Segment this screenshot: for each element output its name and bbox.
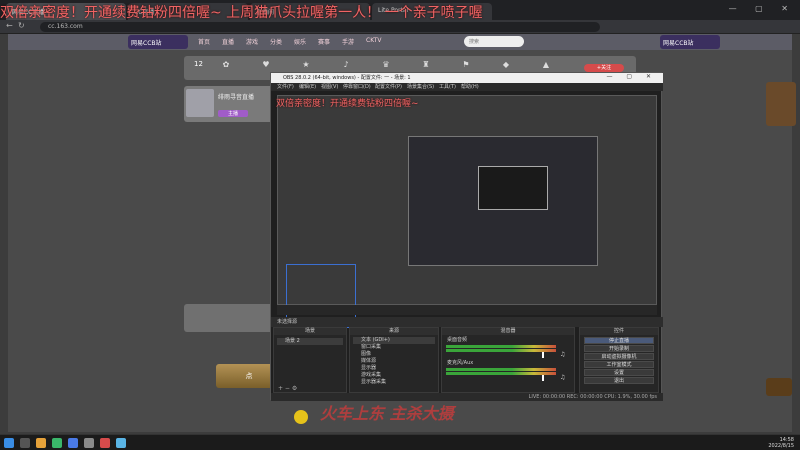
nav-item[interactable]: CKTV bbox=[366, 37, 381, 44]
source-item[interactable]: 显示器 bbox=[353, 365, 435, 372]
reload-icon[interactable]: ↻ bbox=[18, 21, 25, 30]
trophy-icon[interactable]: ♜ bbox=[420, 60, 432, 70]
corner-logo bbox=[766, 378, 792, 396]
menu-file[interactable]: 文件(F) bbox=[277, 83, 294, 91]
menu-view[interactable]: 视图(V) bbox=[321, 83, 338, 91]
sources-dock: 来源 文本 (GDI+) 窗口采集 图像 媒体源 显示器 游戏采集 显示器采集 bbox=[349, 327, 439, 393]
menu-docks[interactable]: 停靠窗口(D) bbox=[343, 83, 371, 91]
preview-bottom-strip bbox=[277, 305, 657, 315]
room-number: 12 bbox=[194, 60, 203, 68]
source-item[interactable]: 显示器采集 bbox=[353, 379, 435, 386]
controls-dock: 控件 停止直播 开始录制 启动虚拟摄像机 工作室模式 设置 退出 bbox=[579, 327, 659, 393]
mixer-dock: 混音器 桌面音频 ♫ 麦克风/Aux ♫ bbox=[441, 327, 575, 393]
obs-title-bar: OBS 28.0.2 (64-bit, windows) - 配置文件: 一 -… bbox=[271, 73, 663, 83]
follow-button[interactable]: +关注 bbox=[584, 64, 624, 72]
obs-menu-bar: 文件(F) 编辑(E) 视图(V) 停靠窗口(D) 配置文件(P) 场景集合(S… bbox=[271, 83, 663, 91]
nav-item[interactable]: 首页 bbox=[198, 37, 210, 46]
desktop-audio-meter-2 bbox=[446, 349, 556, 352]
crown-icon[interactable]: ♛ bbox=[380, 60, 392, 70]
mixer-dock-title: 混音器 bbox=[442, 328, 574, 335]
app-icon[interactable] bbox=[52, 438, 62, 448]
menu-help[interactable]: 帮助(H) bbox=[461, 83, 479, 91]
nav-item[interactable]: 直播 bbox=[222, 37, 234, 46]
app2-icon[interactable] bbox=[100, 438, 110, 448]
mixer-channel-label: 麦克风/Aux bbox=[447, 360, 474, 366]
start-icon[interactable] bbox=[4, 438, 14, 448]
mixer-channel-label: 桌面音频 bbox=[447, 337, 468, 343]
back-icon[interactable]: ← bbox=[6, 21, 13, 30]
bell-icon[interactable]: ♪ bbox=[340, 60, 352, 70]
search-input[interactable]: 搜索 bbox=[464, 36, 524, 47]
mic-icon[interactable]: ♫ bbox=[560, 374, 565, 381]
menu-scene-collection[interactable]: 场景集合(S) bbox=[407, 83, 434, 91]
preview-nested-capture-2 bbox=[478, 166, 548, 210]
source-item[interactable]: 媒体源 bbox=[353, 358, 435, 365]
studio-mode-button[interactable]: 工作室模式 bbox=[584, 361, 654, 368]
menu-tools[interactable]: 工具(T) bbox=[439, 83, 456, 91]
streamer-name[interactable]: 绯雨寻音直播 bbox=[218, 92, 254, 101]
sources-dock-title: 来源 bbox=[350, 328, 438, 335]
speaker-icon[interactable]: ♫ bbox=[560, 351, 565, 358]
browser-icon[interactable] bbox=[68, 438, 78, 448]
virtual-camera-button[interactable]: 启动虚拟摄像机 bbox=[584, 353, 654, 360]
heart-icon[interactable]: ♥ bbox=[260, 60, 272, 70]
site-header: 网易CCB站 首页 直播 游戏 分类 娱乐 赛事 手游 CKTV 搜索 网易CC… bbox=[8, 34, 792, 50]
clock-date: 2022/8/15 bbox=[768, 443, 794, 449]
scenes-dock-title: 场景 bbox=[274, 328, 346, 335]
source-item[interactable]: 图像 bbox=[353, 351, 435, 358]
star-icon[interactable]: ★ bbox=[300, 60, 312, 70]
settings-button[interactable]: 设置 bbox=[584, 369, 654, 376]
flag-icon[interactable]: ⚑ bbox=[460, 60, 472, 70]
source-item[interactable]: 文本 (GDI+) bbox=[353, 337, 435, 344]
obs-window-controls[interactable]: — ▢ ✕ bbox=[606, 73, 657, 80]
taskbar: 14:58 2022/8/15 bbox=[0, 434, 800, 450]
nav-item[interactable]: 娱乐 bbox=[294, 37, 306, 46]
stream-watermark: 火车上东 主杀大摄 bbox=[320, 404, 454, 423]
menu-edit[interactable]: 编辑(E) bbox=[299, 83, 316, 91]
url-input[interactable]: cc.163.com bbox=[40, 22, 600, 32]
danmaku-preview-text: 双倍亲密度！开通续费钻粉四倍喔~ bbox=[276, 99, 419, 109]
obs-icon[interactable] bbox=[84, 438, 94, 448]
stop-streaming-button[interactable]: 停止直播 bbox=[584, 337, 654, 344]
coin-icon bbox=[294, 410, 308, 424]
nav-item[interactable]: 分类 bbox=[270, 37, 282, 46]
avatar[interactable] bbox=[186, 89, 214, 117]
mic-audio-meter-2 bbox=[446, 372, 556, 375]
scenes-dock: 场景 场景 2 + − ⚙ bbox=[273, 327, 347, 393]
app3-icon[interactable] bbox=[116, 438, 126, 448]
streamer-tag: 主播 bbox=[218, 110, 248, 117]
start-recording-button[interactable]: 开始录制 bbox=[584, 345, 654, 352]
exit-button[interactable]: 退出 bbox=[584, 377, 654, 384]
search-icon[interactable] bbox=[20, 438, 30, 448]
gift-icon[interactable]: ✿ bbox=[220, 60, 232, 70]
scene-item[interactable]: 场景 2 bbox=[277, 338, 343, 345]
obs-window: OBS 28.0.2 (64-bit, windows) - 配置文件: 一 -… bbox=[270, 72, 663, 401]
address-bar: ← ↻ cc.163.com bbox=[0, 20, 800, 34]
source-item[interactable]: 窗口采集 bbox=[353, 344, 435, 351]
diamond-icon[interactable]: ◆ bbox=[500, 60, 512, 70]
mic-volume-slider-handle[interactable] bbox=[542, 375, 544, 381]
source-item[interactable]: 游戏采集 bbox=[353, 372, 435, 379]
folder-icon[interactable] bbox=[36, 438, 46, 448]
add-scene-icon[interactable]: + − ⚙ bbox=[278, 385, 297, 392]
obs-preview[interactable] bbox=[277, 95, 657, 328]
sidebar-promo[interactable] bbox=[766, 82, 796, 126]
fire-icon[interactable]: ▲ bbox=[540, 60, 552, 70]
danmaku-text: 双倍亲密度！开通续费钻粉四倍喔~ 上周猫爪头拉喔第一人！ 一个亲子喷子喔 bbox=[0, 5, 483, 21]
nav-item[interactable]: 游戏 bbox=[246, 37, 258, 46]
taskbar-clock[interactable]: 14:58 2022/8/15 bbox=[768, 437, 794, 449]
site-logo[interactable]: 网易CCB站 bbox=[128, 35, 188, 49]
menu-profile[interactable]: 配置文件(P) bbox=[375, 83, 402, 91]
desktop-audio-meter bbox=[446, 345, 556, 348]
source-mode-bar: 未选择源 bbox=[271, 317, 663, 327]
controls-dock-title: 控件 bbox=[580, 328, 658, 335]
nav-item[interactable]: 赛事 bbox=[318, 37, 330, 46]
site-logo-right[interactable]: 网易CCB站 bbox=[660, 35, 720, 49]
nav-item[interactable]: 手游 bbox=[342, 37, 354, 46]
bottom-panel bbox=[184, 304, 280, 332]
volume-slider-handle[interactable] bbox=[542, 352, 544, 358]
mic-audio-meter bbox=[446, 368, 556, 371]
